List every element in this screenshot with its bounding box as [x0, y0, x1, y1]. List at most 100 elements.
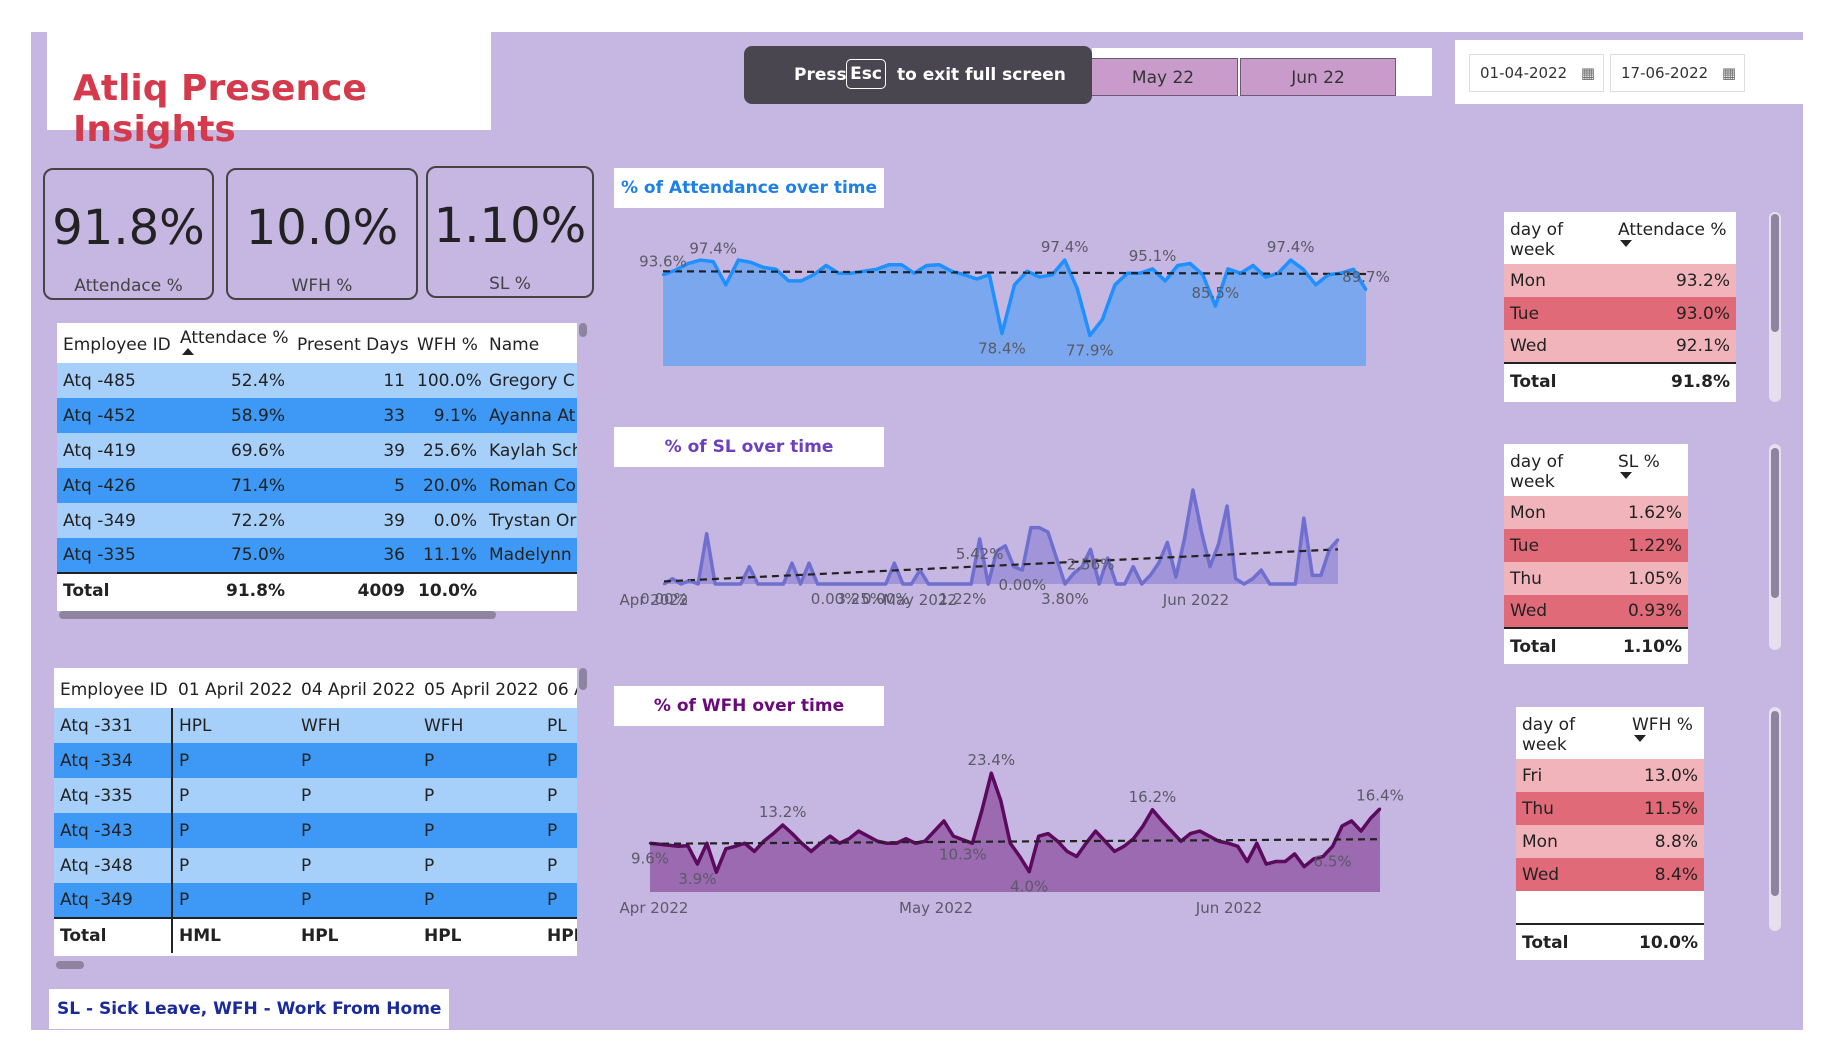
data-point[interactable] [841, 582, 845, 586]
data-point[interactable] [1163, 279, 1167, 283]
table-row[interactable]: Thu 11.5% [1516, 792, 1704, 825]
data-point[interactable] [1268, 582, 1271, 586]
data-point[interactable] [1294, 582, 1297, 586]
data-point[interactable] [1103, 840, 1107, 843]
table-row[interactable]: Wed 92.1% [1504, 330, 1736, 363]
data-point[interactable] [1251, 577, 1254, 580]
data-point[interactable] [713, 582, 717, 586]
data-point[interactable] [1166, 541, 1169, 544]
data-point[interactable] [1225, 504, 1229, 508]
data-point[interactable] [1029, 526, 1033, 529]
end-date-input[interactable]: 17-06-2022 ▦ [1610, 54, 1745, 92]
data-point[interactable] [1122, 845, 1126, 848]
data-point[interactable] [722, 582, 725, 586]
data-point[interactable] [790, 562, 794, 565]
data-point[interactable] [1239, 272, 1242, 275]
data-point[interactable] [925, 264, 928, 267]
data-point[interactable] [1319, 574, 1323, 577]
data-point[interactable] [1179, 840, 1183, 843]
data-point[interactable] [667, 844, 671, 847]
data-point[interactable] [749, 261, 753, 264]
data-point[interactable] [1065, 850, 1069, 853]
calendar-icon[interactable]: ▦ [1722, 55, 1736, 91]
data-point[interactable] [1132, 565, 1135, 568]
attendance-line-chart[interactable]: 93.6%97.4%78.4%97.4%77.9%95.1%85.5%97.4%… [614, 230, 1414, 380]
data-point[interactable] [1037, 834, 1040, 838]
data-point[interactable] [952, 582, 956, 586]
data-point[interactable] [901, 582, 905, 586]
data-point[interactable] [838, 842, 841, 845]
data-point[interactable] [988, 273, 991, 276]
data-point[interactable] [772, 832, 775, 835]
data-point[interactable] [1260, 568, 1263, 572]
data-point[interactable] [1050, 273, 1054, 276]
column-header-sl[interactable]: SL % [1612, 444, 1688, 496]
data-point[interactable] [1013, 283, 1016, 286]
vertical-scrollbar[interactable] [1771, 214, 1779, 332]
table-row[interactable]: Wed 8.4% [1516, 858, 1704, 891]
data-point[interactable] [661, 273, 665, 276]
data-point[interactable] [1160, 819, 1164, 823]
data-point[interactable] [1340, 824, 1344, 828]
data-point[interactable] [1283, 860, 1287, 863]
table-row[interactable]: Thu 1.05% [1504, 562, 1688, 595]
data-point[interactable] [990, 772, 993, 775]
data-point[interactable] [1350, 819, 1353, 823]
data-point[interactable] [1101, 318, 1104, 321]
table-row[interactable]: Mon 1.62% [1504, 496, 1688, 529]
data-point[interactable] [1302, 268, 1305, 271]
data-point[interactable] [696, 582, 700, 586]
data-point[interactable] [1285, 582, 1289, 586]
data-point[interactable] [1028, 870, 1031, 873]
data-point[interactable] [1189, 832, 1192, 835]
data-point[interactable] [787, 279, 790, 283]
data-point[interactable] [1276, 272, 1280, 275]
data-point[interactable] [893, 562, 896, 565]
data-point[interactable] [782, 582, 785, 586]
column-header-date[interactable]: 04 April 2022 [295, 668, 418, 708]
data-point[interactable] [837, 272, 840, 275]
data-point[interactable] [857, 829, 860, 833]
data-point[interactable] [1138, 272, 1142, 275]
data-point[interactable] [952, 834, 955, 838]
data-point[interactable] [648, 842, 652, 845]
data-point[interactable] [731, 582, 734, 586]
data-point[interactable] [1126, 272, 1129, 275]
horizontal-scrollbar[interactable] [56, 961, 84, 969]
data-point[interactable] [1151, 267, 1154, 271]
data-point[interactable] [1293, 852, 1296, 856]
data-point[interactable] [914, 842, 917, 845]
data-point[interactable] [773, 582, 777, 586]
data-point[interactable] [867, 582, 870, 586]
data-point[interactable] [942, 819, 946, 823]
data-point[interactable] [1132, 837, 1135, 840]
data-point[interactable] [774, 268, 778, 271]
data-point[interactable] [1264, 275, 1267, 279]
data-point[interactable] [739, 582, 742, 586]
column-header-wfh[interactable]: WFH % [411, 323, 483, 363]
data-point[interactable] [1328, 548, 1331, 551]
table-row[interactable]: Wed 0.93% [1504, 595, 1688, 628]
column-header-attendance[interactable]: Attendace % [174, 323, 291, 363]
column-header-wfh[interactable]: WFH % [1626, 707, 1704, 759]
data-point[interactable] [724, 847, 728, 851]
data-point[interactable] [1302, 516, 1306, 520]
data-point[interactable] [1009, 842, 1012, 845]
table-row[interactable]: Atq -335 75.0% 36 11.1% Madelynn [57, 538, 577, 573]
data-point[interactable] [658, 843, 661, 846]
data-point[interactable] [918, 568, 922, 572]
data-point[interactable] [799, 279, 803, 283]
data-point[interactable] [756, 582, 760, 586]
data-point[interactable] [1189, 262, 1192, 265]
data-point[interactable] [1236, 845, 1239, 848]
data-point[interactable] [923, 840, 927, 843]
month-button-may[interactable]: May 22 [1088, 58, 1238, 96]
data-point[interactable] [884, 582, 888, 586]
table-row[interactable]: Atq -452 58.9% 33 9.1% Ayanna At [57, 398, 577, 433]
data-point[interactable] [816, 582, 819, 586]
data-point[interactable] [1063, 582, 1067, 586]
data-point[interactable] [927, 582, 930, 586]
data-point[interactable] [980, 809, 984, 812]
data-point[interactable] [1208, 834, 1211, 838]
data-point[interactable] [1246, 860, 1249, 863]
